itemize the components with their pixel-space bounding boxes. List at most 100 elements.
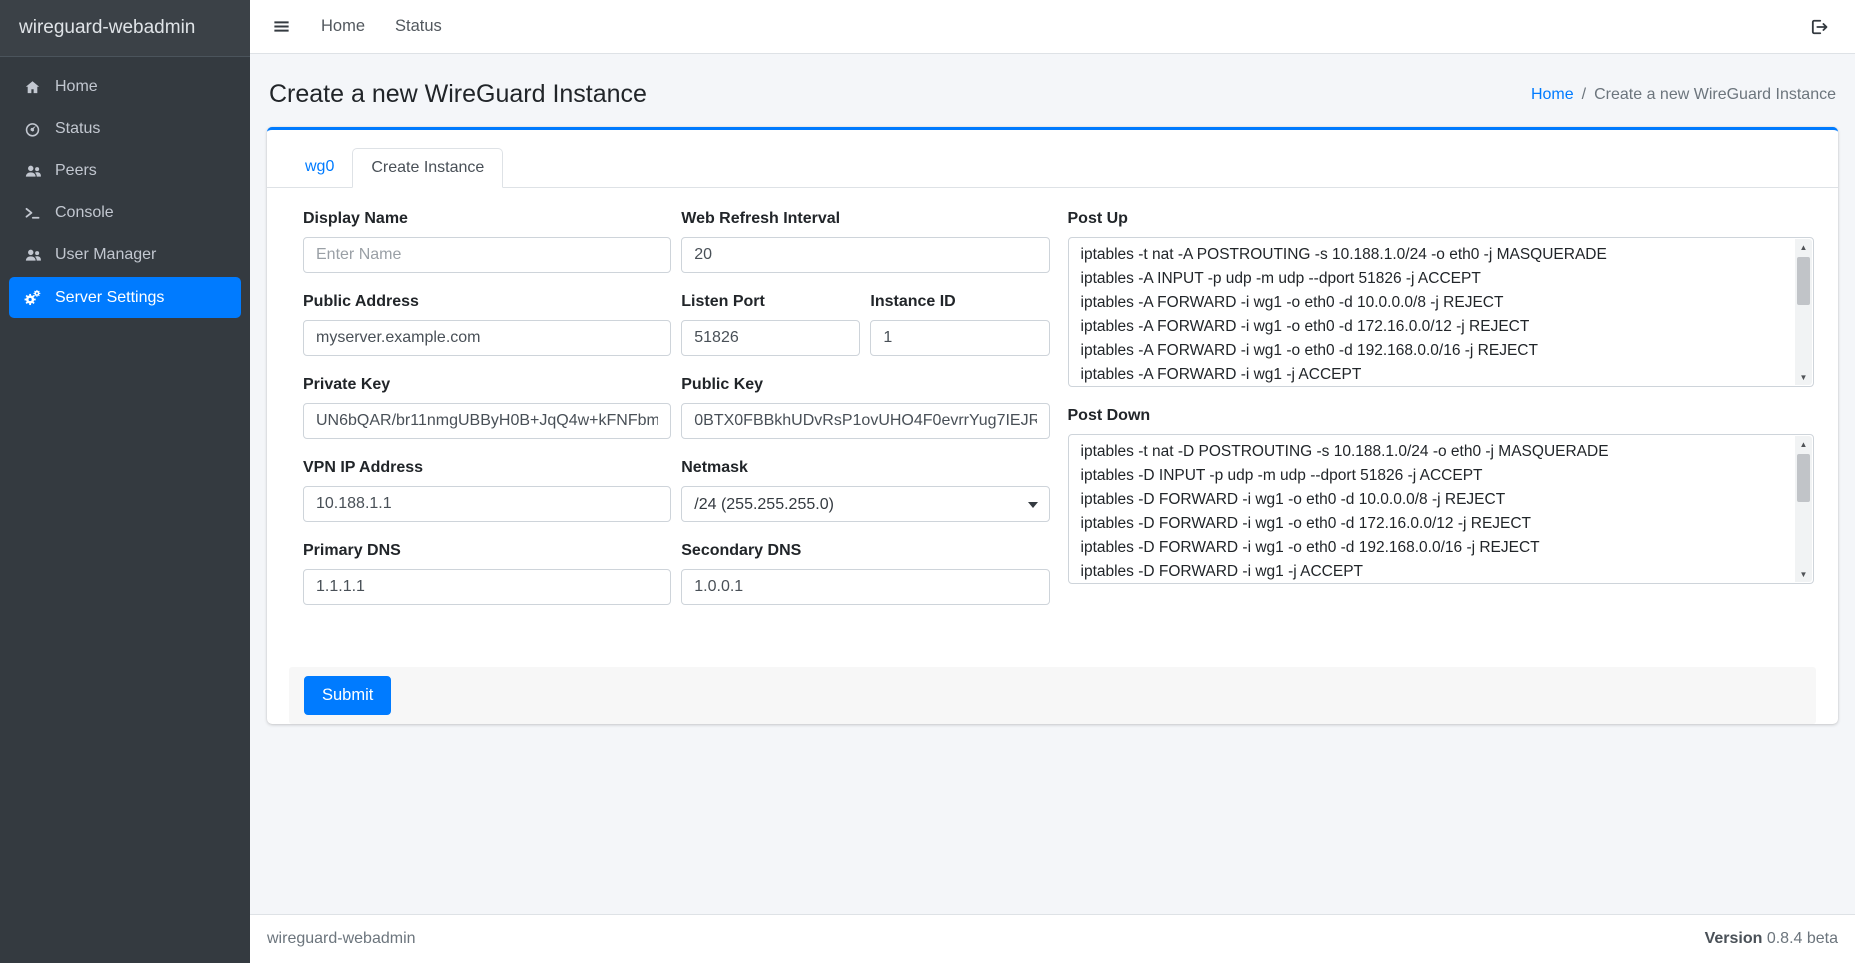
web-refresh-field: Web Refresh Interval [681, 210, 1049, 273]
breadcrumb-home-link[interactable]: Home [1531, 86, 1574, 104]
sidebar-item-label: User Manager [55, 246, 156, 264]
sidebar-item-label: Status [55, 120, 100, 138]
sidebar-item-server-settings[interactable]: Server Settings [9, 277, 241, 318]
netmask-field: Netmask /24 (255.255.255.0) [681, 459, 1049, 522]
instance-form: Display Name Web Refresh Interval Public… [267, 188, 1838, 635]
scroll-up-icon[interactable]: ▲ [1795, 239, 1812, 255]
sidebar-item-home[interactable]: Home [9, 67, 241, 107]
form-actions: Submit [289, 667, 1816, 724]
vpn-ip-input[interactable] [303, 486, 671, 522]
public-address-label: Public Address [303, 293, 671, 311]
gauge-icon [22, 121, 43, 138]
sidebar: wireguard-webadmin Home Status Peers [0, 0, 250, 963]
instance-id-field: Instance ID [870, 293, 1049, 356]
instance-id-input[interactable] [870, 320, 1049, 356]
display-name-field: Display Name [303, 210, 671, 273]
create-instance-card: wg0 Create Instance Display Name Web Ref… [267, 127, 1838, 724]
port-and-id-field: Listen Port Instance ID [681, 293, 1049, 356]
netmask-select-wrap: /24 (255.255.255.0) [681, 486, 1049, 522]
secondary-dns-input[interactable] [681, 569, 1049, 605]
private-key-input[interactable] [303, 403, 671, 439]
footer-version-value: 0.8.4 beta [1767, 930, 1838, 947]
sidebar-item-label: Peers [55, 162, 97, 180]
gears-icon [22, 288, 43, 307]
post-up-scrollbar[interactable]: ▲ ▼ [1795, 239, 1812, 385]
post-up-text: iptables -t nat -A POSTROUTING -s 10.188… [1081, 243, 1790, 384]
netmask-label: Netmask [681, 459, 1049, 477]
post-down-label: Post Down [1068, 407, 1815, 425]
post-down-scrollbar[interactable]: ▲ ▼ [1795, 436, 1812, 582]
primary-dns-field: Primary DNS [303, 542, 671, 605]
breadcrumb-current: Create a new WireGuard Instance [1594, 86, 1836, 104]
instance-tabs: wg0 Create Instance [267, 130, 1838, 188]
public-key-label: Public Key [681, 376, 1049, 394]
sidebar-nav: Home Status Peers Console [0, 57, 250, 330]
secondary-dns-label: Secondary DNS [681, 542, 1049, 560]
post-down-textarea[interactable]: iptables -t nat -D POSTROUTING -s 10.188… [1068, 434, 1815, 584]
public-key-input[interactable] [681, 403, 1049, 439]
sidebar-item-user-manager[interactable]: User Manager [9, 235, 241, 275]
sidebar-item-peers[interactable]: Peers [9, 151, 241, 191]
users-icon [22, 246, 43, 264]
secondary-dns-field: Secondary DNS [681, 542, 1049, 605]
breadcrumb-separator: / [1582, 86, 1586, 104]
home-icon [22, 79, 43, 96]
scroll-down-icon[interactable]: ▼ [1795, 566, 1812, 582]
web-refresh-input[interactable] [681, 237, 1049, 273]
scrollbar-track[interactable] [1795, 452, 1812, 566]
scroll-down-icon[interactable]: ▼ [1795, 369, 1812, 385]
display-name-input[interactable] [303, 237, 671, 273]
vpn-ip-field: VPN IP Address [303, 459, 671, 522]
primary-dns-input[interactable] [303, 569, 671, 605]
scrollbar-track[interactable] [1795, 255, 1812, 369]
display-name-label: Display Name [303, 210, 671, 228]
page-title: Create a new WireGuard Instance [269, 80, 647, 109]
breadcrumb: Home / Create a new WireGuard Instance [1531, 86, 1836, 104]
submit-button[interactable]: Submit [304, 676, 391, 715]
post-up-label: Post Up [1068, 210, 1815, 228]
sidebar-item-label: Home [55, 78, 98, 96]
private-key-field: Private Key [303, 376, 671, 439]
sidebar-item-status[interactable]: Status [9, 109, 241, 149]
topnav-link-status[interactable]: Status [395, 17, 442, 36]
app-root: wireguard-webadmin Home Status Peers [0, 0, 1855, 963]
scrollbar-thumb[interactable] [1797, 454, 1810, 502]
page-footer: wireguard-webadmin Version 0.8.4 beta [250, 914, 1855, 963]
footer-version-label: Version [1705, 930, 1763, 947]
users-icon [22, 162, 43, 180]
scroll-up-icon[interactable]: ▲ [1795, 436, 1812, 452]
post-up-field: Post Up iptables -t nat -A POSTROUTING -… [1068, 210, 1815, 387]
top-navbar: Home Status [250, 0, 1855, 54]
post-down-field: Post Down iptables -t nat -D POSTROUTING… [1068, 407, 1815, 584]
hamburger-icon[interactable] [272, 17, 291, 36]
page-header: Create a new WireGuard Instance Home / C… [267, 80, 1838, 109]
primary-dns-label: Primary DNS [303, 542, 671, 560]
brand-link[interactable]: wireguard-webadmin [0, 0, 250, 57]
sidebar-item-console[interactable]: Console [9, 193, 241, 233]
tab-wg0[interactable]: wg0 [287, 148, 352, 188]
logout-icon[interactable] [1809, 17, 1829, 37]
listen-port-input[interactable] [681, 320, 860, 356]
web-refresh-label: Web Refresh Interval [681, 210, 1049, 228]
content-area: Create a new WireGuard Instance Home / C… [250, 54, 1855, 914]
public-address-field: Public Address [303, 293, 671, 356]
listen-port-label: Listen Port [681, 293, 860, 311]
netmask-select[interactable]: /24 (255.255.255.0) [681, 486, 1049, 522]
listen-port-field: Listen Port [681, 293, 860, 356]
public-key-field: Public Key [681, 376, 1049, 439]
sidebar-item-label: Console [55, 204, 114, 222]
private-key-label: Private Key [303, 376, 671, 394]
terminal-icon [22, 205, 43, 222]
scrollbar-thumb[interactable] [1797, 257, 1810, 305]
main-column: Home Status Create a new WireGuard Insta… [250, 0, 1855, 963]
post-up-textarea[interactable]: iptables -t nat -A POSTROUTING -s 10.188… [1068, 237, 1815, 387]
footer-version: Version 0.8.4 beta [1705, 930, 1838, 948]
vpn-ip-label: VPN IP Address [303, 459, 671, 477]
sidebar-item-label: Server Settings [55, 289, 164, 307]
instance-id-label: Instance ID [870, 293, 1049, 311]
form-right-column: Post Up iptables -t nat -A POSTROUTING -… [1068, 210, 1815, 625]
tab-create-instance[interactable]: Create Instance [352, 148, 503, 188]
form-left-columns: Display Name Web Refresh Interval Public… [303, 210, 1050, 625]
public-address-input[interactable] [303, 320, 671, 356]
topnav-link-home[interactable]: Home [321, 17, 365, 36]
